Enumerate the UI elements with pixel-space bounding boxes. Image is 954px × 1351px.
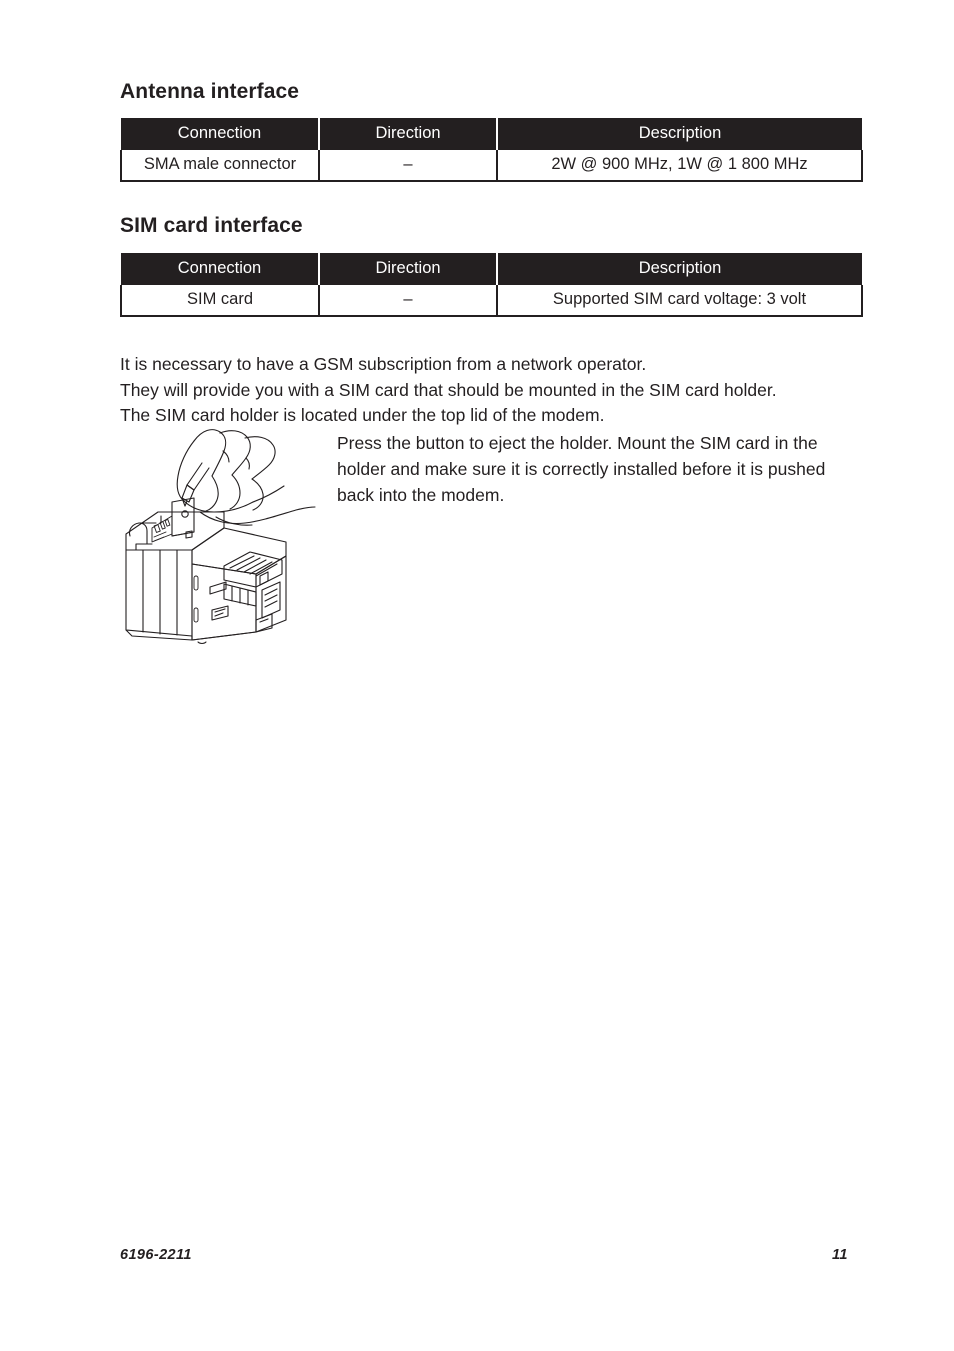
cell-connection: SMA male connector [120,150,320,182]
intro-paragraph: It is necessary to have a GSM subscripti… [120,352,880,429]
column-header-connection: Connection [121,253,320,285]
intro-line-2: They will provide you with a SIM card th… [120,379,777,400]
column-header-description: Description [496,253,862,285]
modem-sim-eject-illustration [116,424,316,656]
cell-direction: – [318,150,498,182]
modem-internal-board [151,515,173,543]
document-page: Antenna interface Connection Direction D… [0,0,954,1351]
column-header-description: Description [496,118,862,150]
cell-connection: SIM card [120,285,320,317]
table-row: SIM card – Supported SIM card voltage: 3… [120,285,863,317]
modem-connector-module [191,527,287,645]
cell-direction: – [318,285,498,317]
cell-description: Supported SIM card voltage: 3 volt [496,285,863,317]
column-header-direction: Direction [318,253,498,285]
cell-description: 2W @ 900 MHz, 1W @ 1 800 MHz [496,150,863,182]
instruction-paragraph: Press the button to eject the holder. Mo… [337,433,826,505]
hand-outline [176,429,316,526]
table-header-row: Connection Direction Description [121,253,862,285]
column-header-connection: Connection [121,118,320,150]
page-title-antenna-interface: Antenna interface [120,80,300,103]
intro-line-1: It is necessary to have a GSM subscripti… [120,354,647,374]
sim-card-interface-table: Connection Direction Description SIM car… [120,253,863,317]
footer-document-number: 6196-2211 [120,1247,192,1263]
footer-page-number: 11 [832,1247,848,1263]
antenna-interface-table: Connection Direction Description SMA mal… [120,118,863,182]
table-header-row: Connection Direction Description [121,118,862,150]
modem-vent-slots [193,575,199,623]
table-row: SMA male connector – 2W @ 900 MHz, 1W @ … [120,150,863,182]
sim-card-holder [171,497,195,539]
modem-housing [125,511,225,641]
column-header-direction: Direction [318,118,498,150]
page-title-sim-card-interface: SIM card interface [120,214,303,237]
